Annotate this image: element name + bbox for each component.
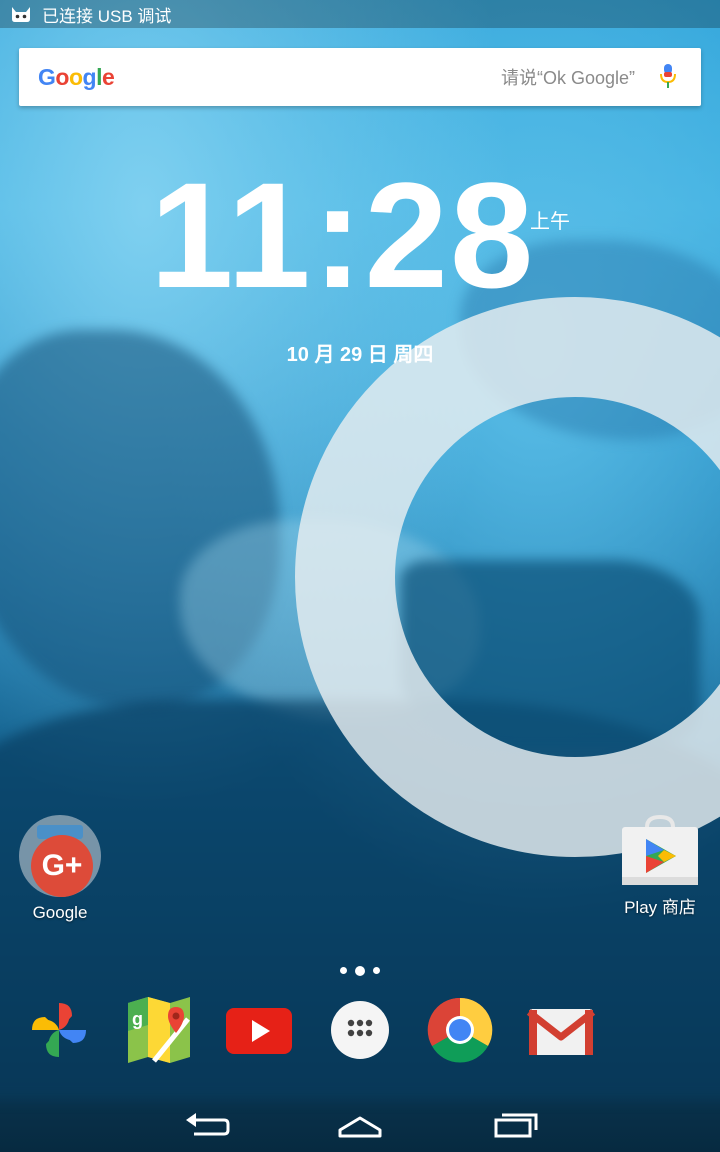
google-logo: Google bbox=[38, 63, 115, 90]
back-icon[interactable] bbox=[176, 1108, 236, 1142]
page-dot-active bbox=[355, 965, 365, 976]
page-dot bbox=[373, 967, 380, 975]
usb-debug-status: 已连接 USB 调试 bbox=[42, 6, 172, 26]
google-plus-folder-icon: G+ bbox=[19, 815, 101, 897]
google-maps-icon[interactable]: g bbox=[124, 995, 194, 1065]
google-folder[interactable]: G+ Google bbox=[0, 815, 120, 923]
mic-icon[interactable] bbox=[657, 62, 679, 92]
page-dot bbox=[340, 967, 347, 975]
clock-time[interactable]: 11:28 bbox=[150, 160, 533, 310]
clock-date[interactable]: 10 月 29 日 周四 bbox=[150, 338, 570, 367]
home-icon[interactable] bbox=[330, 1108, 390, 1142]
clock-ampm: 上午 bbox=[530, 211, 570, 233]
search-hint: 请说“Ok Google” bbox=[500, 68, 635, 88]
google-photos-icon[interactable] bbox=[24, 995, 94, 1065]
youtube-icon[interactable] bbox=[224, 995, 294, 1065]
home-screen: 已连接 USB 调试 Google 请说“Ok Google” 11:28 上午… bbox=[0, 0, 720, 1152]
play-store-label: Play 商店 bbox=[624, 898, 696, 917]
recents-icon[interactable] bbox=[486, 1108, 546, 1142]
status-bar: 已连接 USB 调试 bbox=[0, 0, 720, 28]
play-store-app[interactable]: Play 商店 bbox=[600, 814, 720, 918]
svg-text:g: g bbox=[132, 1009, 143, 1029]
page-indicator[interactable] bbox=[0, 962, 720, 982]
android-debug-icon bbox=[10, 5, 32, 23]
play-store-icon bbox=[620, 814, 700, 887]
gmail-icon[interactable] bbox=[526, 995, 596, 1065]
google-folder-label: Google bbox=[32, 903, 88, 922]
google-search-bar[interactable]: Google 请说“Ok Google” bbox=[19, 48, 701, 106]
navigation-bar bbox=[0, 1098, 720, 1152]
dock: g bbox=[0, 990, 720, 1070]
google-plus-icon: G+ bbox=[31, 835, 93, 897]
chrome-icon[interactable] bbox=[425, 995, 495, 1065]
app-drawer-icon[interactable] bbox=[325, 995, 395, 1065]
